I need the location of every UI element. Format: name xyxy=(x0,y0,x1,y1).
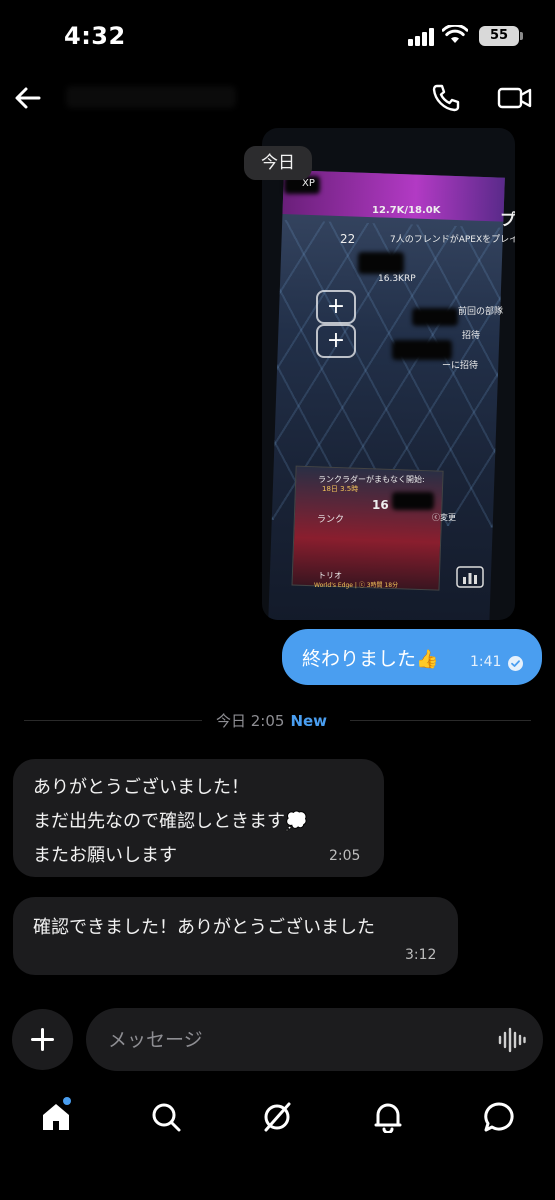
game-krp: 16.3KRP xyxy=(378,274,416,284)
game-xp-value: 12.7K/18.0K xyxy=(372,205,441,216)
redacted-area xyxy=(358,252,404,274)
cellular-signal-icon xyxy=(408,28,434,46)
game-stats-icon xyxy=(456,566,484,588)
redacted-area xyxy=(412,308,458,326)
tab-notifications[interactable] xyxy=(365,1094,411,1140)
home-icon xyxy=(43,1104,69,1130)
contact-name-redacted[interactable] xyxy=(66,86,236,108)
tab-messages[interactable] xyxy=(476,1094,522,1140)
plus-icon[interactable] xyxy=(12,1009,73,1070)
thumbs-up-icon: 👍 xyxy=(416,649,439,670)
photo-attachment[interactable]: XP 12.7K/18.0K プレイ 22 7人のフレンドがAPEXをプレイ中 … xyxy=(262,128,515,620)
status-time: 4:32 xyxy=(64,22,126,50)
grok-slash-icon xyxy=(264,1102,291,1132)
game-change-label: ⓒ変更 xyxy=(432,513,456,522)
game-friends-text: 7人のフレンドがAPEXをプレイ中 xyxy=(390,235,515,245)
sent-message-text: 終わりました👍 xyxy=(302,644,438,671)
notification-dot xyxy=(63,1097,71,1105)
game-invite: 招待 xyxy=(462,331,481,341)
video-camera-icon[interactable] xyxy=(497,82,533,114)
received-message-bubble[interactable]: 確認できました！ありがとうございました 3:12 xyxy=(13,897,458,975)
battery-tip xyxy=(520,32,523,40)
received-message-bubble[interactable]: ありがとうございました！ まだ出先なので確認しときます💭 またお願いします 2:… xyxy=(13,759,384,877)
divider-time: 今日 2:05 xyxy=(216,712,285,730)
messages-icon xyxy=(484,1102,514,1132)
voice-wave-icon[interactable] xyxy=(498,1026,526,1054)
received-message-line: またお願いします xyxy=(33,845,177,866)
tab-grok[interactable] xyxy=(254,1094,300,1140)
redacted-area xyxy=(392,492,434,510)
phone-icon[interactable] xyxy=(430,82,462,114)
wifi-icon xyxy=(442,25,468,43)
game-ranked-time: 18日 3.5時 xyxy=(322,485,359,493)
search-icon xyxy=(152,1103,181,1132)
game-prev-squad: 前回の部隊 xyxy=(458,307,504,317)
game-rank-label: ランク xyxy=(317,515,345,525)
game-play-label: プレイ xyxy=(500,210,515,229)
divider-line-left xyxy=(24,720,202,721)
sent-message-time: 1:41 xyxy=(470,654,502,670)
tab-search[interactable] xyxy=(143,1094,189,1140)
message-input[interactable] xyxy=(86,1008,543,1071)
arrow-left-icon[interactable] xyxy=(10,80,46,116)
received-message-time: 2:05 xyxy=(329,848,361,864)
redacted-area xyxy=(392,340,452,360)
game-rp-value: 16 xyxy=(372,498,389,512)
game-add-friend-icon: + xyxy=(316,324,356,358)
thought-bubble-icon: 💭 xyxy=(285,811,308,832)
game-map-label: World's Edge | ⓒ 3時間 18分 xyxy=(314,582,399,589)
game-player-count: 22 xyxy=(340,232,356,246)
new-messages-divider: 今日 2:05 New xyxy=(216,710,327,731)
sent-message-bubble[interactable]: 終わりました👍 1:41 xyxy=(282,629,542,685)
date-chip: 今日 xyxy=(244,146,312,180)
read-check-icon xyxy=(508,656,523,671)
tab-home[interactable] xyxy=(33,1094,79,1140)
received-message-line: 確認できました！ありがとうございました xyxy=(33,917,375,938)
divider-line-right xyxy=(350,720,531,721)
sent-message-body: 終わりました xyxy=(302,648,417,670)
battery-indicator: 55 xyxy=(479,26,519,46)
new-badge: New xyxy=(290,712,328,730)
game-add-friend-icon: + xyxy=(316,290,356,324)
bell-icon xyxy=(374,1103,402,1133)
game-invite-suffix: ーに招待 xyxy=(442,361,479,371)
chat-header xyxy=(0,70,555,126)
game-xp-label: XP xyxy=(302,178,315,189)
received-message-time: 3:12 xyxy=(405,947,437,963)
status-bar: 4:32 55 xyxy=(0,0,555,70)
received-message-line: まだ出先なので確認しときます💭 xyxy=(33,807,307,833)
received-message-text: まだ出先なので確認しときます xyxy=(33,811,285,832)
received-message-line: ありがとうございました！ xyxy=(33,777,249,798)
